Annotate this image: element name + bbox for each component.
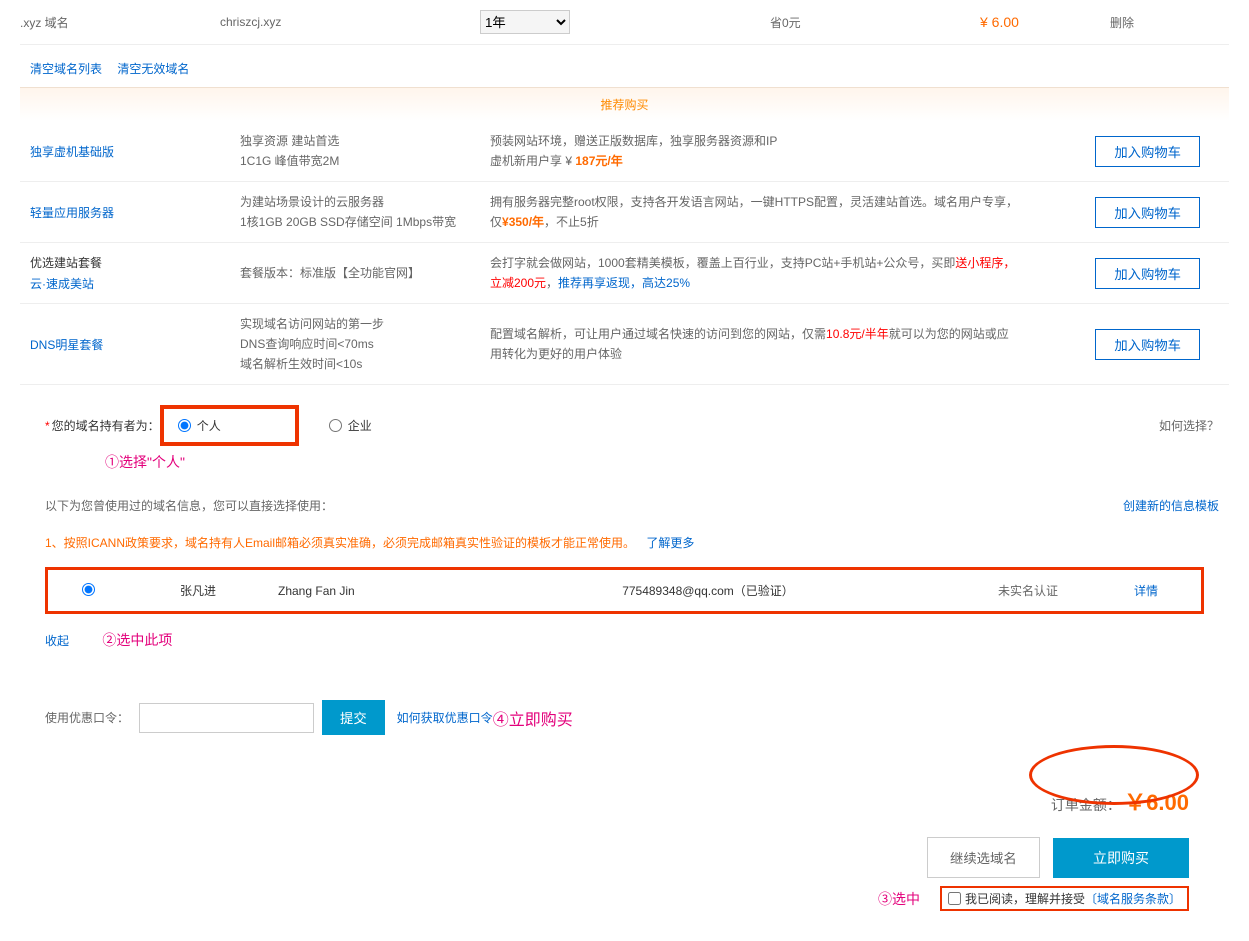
rec-name[interactable]: DNS明星套餐: [20, 336, 240, 353]
create-template-link[interactable]: 创建新的信息模板: [1123, 497, 1219, 514]
coupon-section: 使用优惠口令： 提交 如何获取优惠口令 ④立即购买: [45, 700, 1204, 735]
template-radio[interactable]: [82, 583, 95, 596]
annotation-2: ②选中此项: [102, 632, 172, 648]
terms-link[interactable]: 〔域名服务条款〕: [1085, 890, 1181, 907]
template-name-en: Zhang Fan Jin: [278, 584, 558, 598]
rec-spec: 独享资源 建站首选 1C1G 峰值带宽2M: [240, 131, 490, 171]
add-cart-button[interactable]: 加入购物车: [1095, 258, 1200, 289]
add-cart-button[interactable]: 加入购物车: [1095, 136, 1200, 167]
rec-spec: 套餐版本：标准版【全功能官网】: [240, 263, 490, 283]
duration-select[interactable]: 1年: [480, 10, 570, 34]
how-select-link[interactable]: 如何选择？: [1159, 417, 1219, 434]
add-cart-button[interactable]: 加入购物车: [1095, 197, 1200, 228]
radio-enterprise[interactable]: 企业: [329, 417, 372, 434]
template-row[interactable]: 张凡进 Zhang Fan Jin 775489348@qq.com（已验证） …: [45, 567, 1204, 614]
coupon-input[interactable]: [139, 703, 314, 733]
coupon-submit-button[interactable]: 提交: [322, 700, 385, 735]
delete-link[interactable]: 删除: [1110, 14, 1170, 31]
buy-now-button[interactable]: 立即购买: [1053, 838, 1189, 878]
coupon-label: 使用优惠口令：: [45, 709, 129, 726]
rec-spec: 为建站场景设计的云服务器 1核1GB 20GB SSD存储空间 1Mbps带宽: [240, 192, 490, 232]
template-name-cn: 张凡进: [118, 582, 278, 599]
rec-name[interactable]: 优选建站套餐 云·速成美站: [20, 254, 240, 292]
add-cart-button[interactable]: 加入购物车: [1095, 329, 1200, 360]
collapse-row: 收起 ②选中此项: [20, 620, 1229, 660]
domain-name: chriszcj.xyz: [220, 15, 480, 29]
annotation-4: ④立即购买: [493, 706, 573, 730]
policy-tip: 1、按照ICANN政策要求，域名持有人Email邮箱必须真实准确，必须完成邮箱真…: [20, 524, 1229, 561]
owner-label: 您的域名持有者为：: [52, 417, 160, 434]
info-tip-row: 以下为您曾使用过的域名信息，您可以直接选择使用： 创建新的信息模板: [20, 482, 1229, 524]
annotation-ellipse: [1029, 745, 1199, 805]
clear-invalid-link[interactable]: 清空无效域名: [117, 62, 189, 76]
clear-row: 清空域名列表 清空无效域名: [20, 45, 1229, 87]
radio-enterprise-input[interactable]: [329, 419, 342, 432]
continue-button[interactable]: 继续选域名: [927, 837, 1040, 878]
domain-item-row: .xyz 域名 chriszcj.xyz 1年 省0元 ¥ 6.00 删除: [20, 0, 1229, 45]
rec-desc: 配置域名解析，可让用户通过域名快速的访问到您的网站，仅需10.8元/半年就可以为…: [490, 324, 1020, 364]
template-email: 775489348@qq.com（已验证）: [558, 582, 858, 599]
radio-personal[interactable]: 个人: [178, 417, 221, 434]
duration-cell: 1年: [480, 10, 770, 34]
owner-section: * 您的域名持有者为： 个人 企业 如何选择？ ①选择"个人": [20, 385, 1229, 482]
required-marker: *: [45, 419, 50, 433]
recommend-row: 轻量应用服务器 为建站场景设计的云服务器 1核1GB 20GB SSD存储空间 …: [20, 182, 1229, 243]
template-status: 未实名认证: [858, 582, 1058, 599]
recommend-header: 推荐购买: [20, 87, 1229, 121]
rec-desc: 拥有服务器完整root权限，支持各开发语言网站，一键HTTPS配置，灵活建站首选…: [490, 192, 1020, 232]
recommend-row: 独享虚机基础版 独享资源 建站首选 1C1G 峰值带宽2M 预装网站环境，赠送正…: [20, 121, 1229, 182]
annotation-3: ③选中: [878, 889, 920, 909]
agree-box: 我已阅读，理解并接受 〔域名服务条款〕: [940, 886, 1189, 911]
rec-desc: 会打字就会做网站，1000套精美模板，覆盖上百行业，支持PC站+手机站+公众号，…: [490, 253, 1020, 293]
learn-more-link[interactable]: 了解更多: [646, 536, 694, 550]
save-amount: 省0元: [770, 14, 980, 31]
rec-spec: 实现域名访问网站的第一步 DNS查询响应时间<70ms 域名解析生效时间<10s: [240, 314, 490, 374]
rec-name[interactable]: 轻量应用服务器: [20, 204, 240, 221]
coupon-how-link[interactable]: 如何获取优惠口令: [397, 709, 493, 726]
rec-name[interactable]: 独享虚机基础版: [20, 143, 240, 160]
recommend-row: DNS明星套餐 实现域名访问网站的第一步 DNS查询响应时间<70ms 域名解析…: [20, 304, 1229, 385]
domain-type: .xyz 域名: [20, 14, 220, 31]
recommend-row: 优选建站套餐 云·速成美站 套餐版本：标准版【全功能官网】 会打字就会做网站，1…: [20, 243, 1229, 304]
radio-personal-input[interactable]: [178, 419, 191, 432]
agree-checkbox[interactable]: [948, 892, 961, 905]
clear-list-link[interactable]: 清空域名列表: [30, 62, 102, 76]
collapse-link[interactable]: 收起: [45, 634, 69, 648]
footer: 订单金额： ￥6.00 继续选域名 立即购买 ③选中 我已阅读，理解并接受 〔域…: [20, 755, 1229, 941]
annotation-1: ①选择"个人": [105, 452, 1219, 472]
item-price: ¥ 6.00: [980, 14, 1110, 30]
rec-desc: 预装网站环境，赠送正版数据库，独享服务器资源和IP 虚机新用户享 ¥ 187元/…: [490, 131, 1020, 171]
template-detail-link[interactable]: 详情: [1058, 582, 1158, 599]
agree-text: 我已阅读，理解并接受: [965, 890, 1085, 907]
annotation-box-1: 个人: [160, 405, 299, 446]
